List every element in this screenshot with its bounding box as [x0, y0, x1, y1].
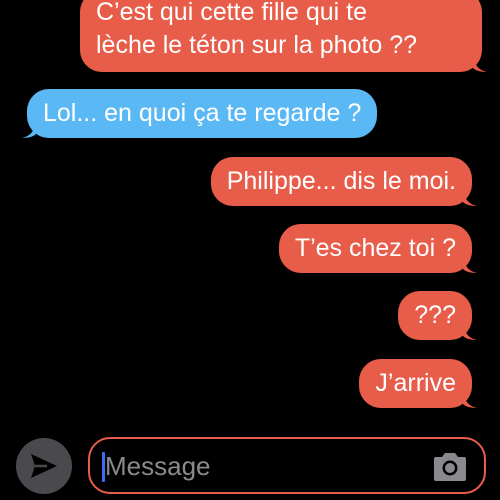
message-bubble-received[interactable]: Lol... en quoi ça te regarde ? — [22, 89, 378, 138]
message-text: T’es chez toi ? — [294, 234, 456, 262]
message-bubble-sent[interactable]: C’est qui cette fille qui te lèche le té… — [80, 0, 487, 72]
message-input-placeholder: Message — [105, 451, 211, 481]
message-bubble-sent[interactable]: J’arrive — [359, 359, 477, 408]
camera-icon[interactable] — [430, 451, 470, 483]
send-button[interactable] — [16, 438, 72, 494]
message-text: J’arrive — [375, 369, 456, 397]
bubble-tail — [463, 190, 477, 206]
message-text-line: C’est qui cette fille qui te — [96, 0, 367, 26]
message-bubble-sent[interactable]: Philippe... dis le moi. — [210, 157, 477, 206]
message-bubble-sent[interactable]: ??? — [398, 291, 477, 340]
message-text: Lol... en quoi ça te regarde ? — [43, 99, 362, 127]
message-bubble-sent[interactable]: T’es chez toi ? — [278, 224, 477, 273]
message-text: ??? — [414, 301, 456, 329]
bubble-tail — [22, 122, 36, 138]
bubble-tail — [463, 392, 477, 408]
message-input[interactable]: Message — [88, 437, 486, 494]
bubble-tail — [473, 56, 487, 72]
send-arrow-icon — [31, 454, 57, 478]
chat-screen: C’est qui cette fille qui te lèche le té… — [0, 0, 500, 500]
bubble-tail — [463, 257, 477, 273]
message-text: Philippe... dis le moi. — [226, 167, 456, 195]
message-text-line: lèche le téton sur la photo ?? — [96, 31, 418, 59]
bubble-tail — [463, 324, 477, 340]
